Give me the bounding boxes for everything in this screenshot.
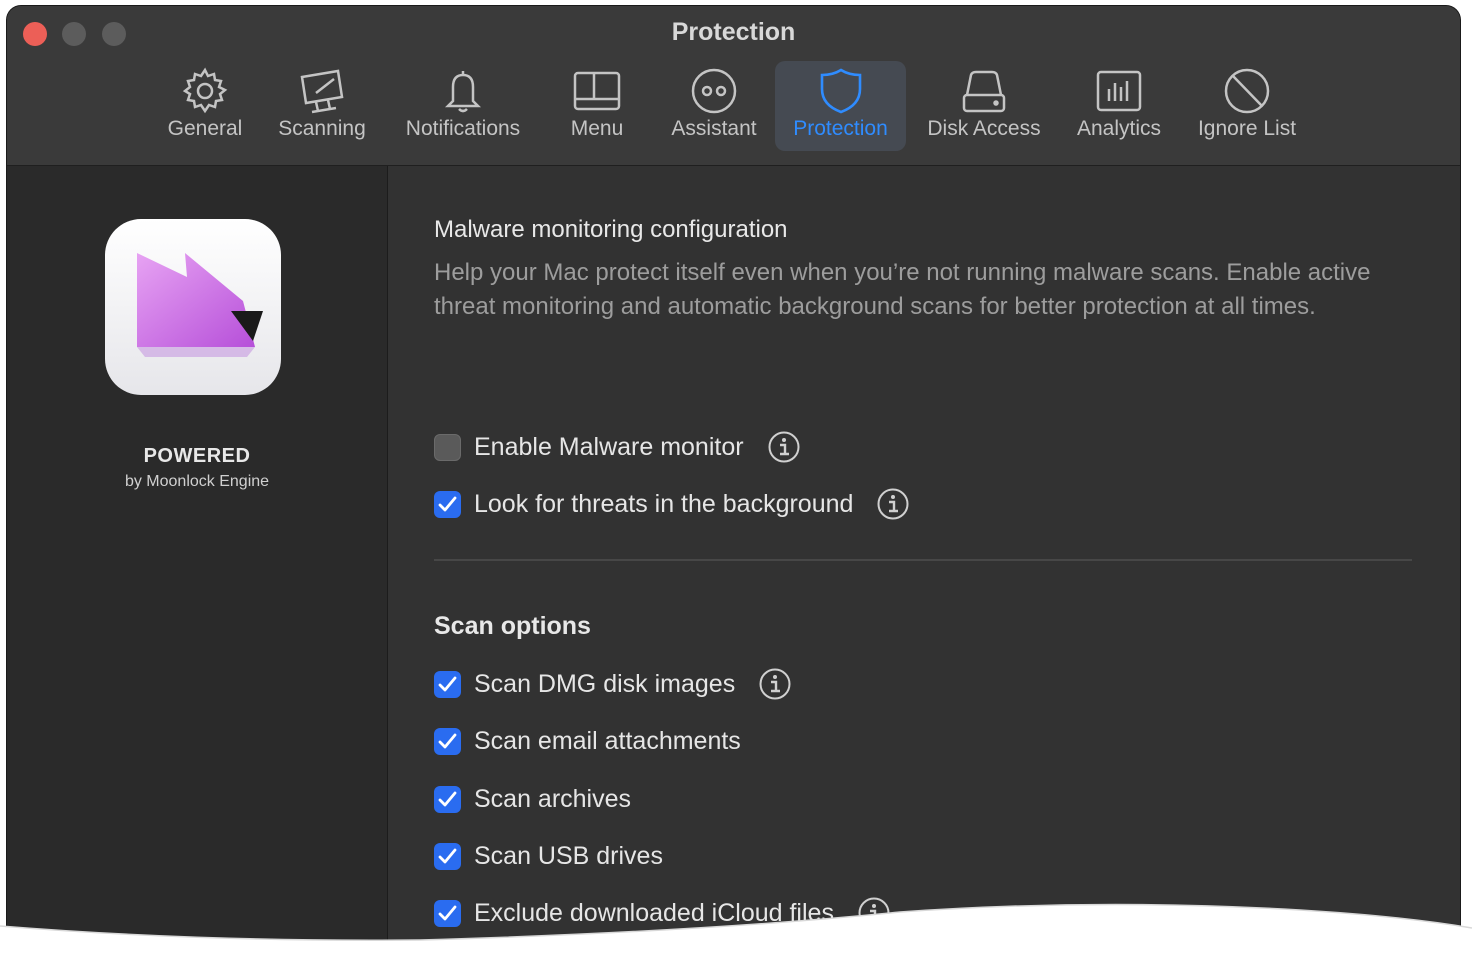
preferences-window: Protection General Scanning Notification… xyxy=(7,6,1460,956)
tab-label: Analytics xyxy=(1076,117,1162,140)
checkmark-icon xyxy=(438,676,457,691)
tab-disk-access[interactable]: Disk Access xyxy=(926,61,1042,151)
assistant-face-icon xyxy=(691,68,737,114)
tab-notifications[interactable]: Notifications xyxy=(403,61,523,151)
option-scan-archives[interactable]: Scan archives xyxy=(434,784,631,814)
sidebar: POWERED by Moonlock Engine xyxy=(7,166,388,956)
tab-general[interactable]: General xyxy=(155,61,255,151)
tab-label: Assistant xyxy=(671,117,757,140)
checkbox[interactable] xyxy=(434,785,461,813)
section-description: Help your Mac protect itself even when y… xyxy=(434,259,1371,320)
moonlock-app-icon xyxy=(105,219,281,395)
option-scan-email[interactable]: Scan email attachments xyxy=(434,726,741,756)
tab-label: General xyxy=(167,117,243,140)
tab-analytics[interactable]: Analytics xyxy=(1069,61,1169,151)
disk-icon xyxy=(962,70,1006,113)
monitor-scan-icon xyxy=(300,69,344,114)
gear-icon xyxy=(182,67,228,114)
tab-label: Notifications xyxy=(405,117,521,140)
checkmark-icon xyxy=(438,496,457,511)
option-enable-malware-monitor[interactable]: Enable Malware monitor xyxy=(434,431,800,463)
bar-chart-icon xyxy=(1096,70,1142,112)
checkbox[interactable] xyxy=(434,670,461,698)
checkmark-icon xyxy=(438,848,457,863)
title-bar: Protection General Scanning Notification… xyxy=(7,6,1460,166)
option-label: Enable Malware monitor xyxy=(474,432,744,461)
option-label: Look for threats in the background xyxy=(474,489,854,518)
tab-label: Disk Access xyxy=(927,117,1041,140)
tab-label: Protection xyxy=(793,117,888,140)
torn-edge-decoration xyxy=(0,903,1472,964)
prohibited-icon xyxy=(1224,68,1270,114)
tab-scanning[interactable]: Scanning xyxy=(272,61,372,151)
tab-label: Scanning xyxy=(278,117,366,140)
tab-label: Ignore List xyxy=(1197,117,1297,140)
checkbox[interactable] xyxy=(434,490,461,518)
section-heading: Malware monitoring configuration xyxy=(434,216,788,243)
info-icon[interactable] xyxy=(877,488,909,520)
option-label: Scan DMG disk images xyxy=(474,669,736,698)
option-background-threats[interactable]: Look for threats in the background xyxy=(434,488,909,520)
menu-panel-icon xyxy=(573,71,621,111)
tab-label: Menu xyxy=(570,117,624,140)
option-scan-usb[interactable]: Scan USB drives xyxy=(434,841,663,871)
protection-settings-panel: Malware monitoring configuration Help yo… xyxy=(388,166,1460,956)
shield-icon xyxy=(820,68,861,114)
checkmark-icon xyxy=(438,791,457,806)
option-label: Scan archives xyxy=(474,784,632,813)
option-scan-dmg[interactable]: Scan DMG disk images xyxy=(434,668,791,700)
info-icon[interactable] xyxy=(768,431,800,463)
checkbox[interactable] xyxy=(434,842,461,870)
scan-options-heading: Scan options xyxy=(434,612,591,640)
checkbox[interactable] xyxy=(434,727,461,755)
option-label: Scan USB drives xyxy=(474,841,663,870)
engine-byline: by Moonlock Engine xyxy=(124,473,270,490)
option-label: Scan email attachments xyxy=(474,726,741,755)
tab-protection[interactable]: Protection xyxy=(775,61,906,151)
info-icon[interactable] xyxy=(759,668,791,700)
tab-ignore-list[interactable]: Ignore List xyxy=(1197,61,1297,151)
checkbox[interactable] xyxy=(434,433,461,461)
bell-icon xyxy=(444,71,482,113)
window-title: Protection xyxy=(671,18,796,46)
tab-menu[interactable]: Menu xyxy=(548,61,646,151)
tab-assistant[interactable]: Assistant xyxy=(664,61,764,151)
divider xyxy=(434,559,1412,561)
checkmark-icon xyxy=(438,733,457,748)
powered-label: POWERED xyxy=(143,445,251,467)
